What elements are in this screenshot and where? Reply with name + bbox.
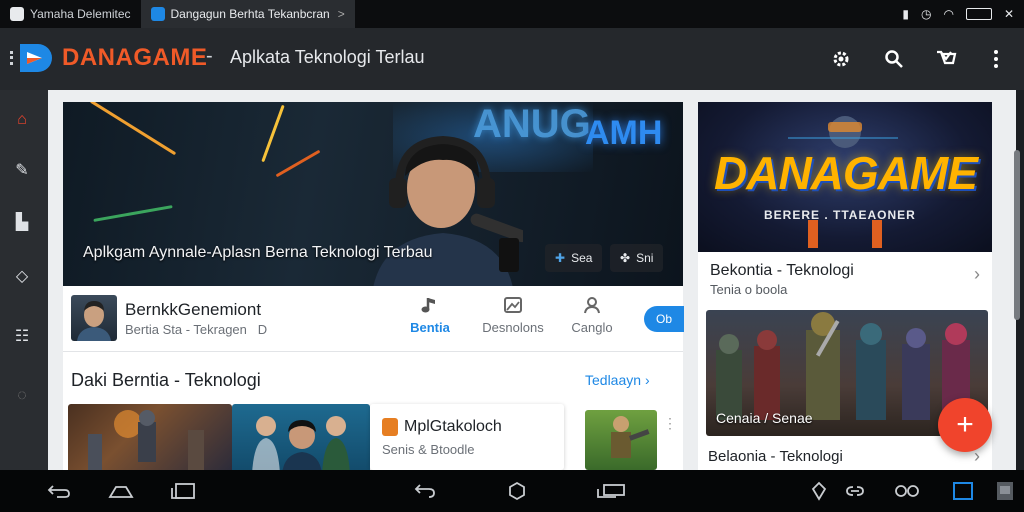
tag-icon[interactable]: ◇ (10, 264, 34, 288)
overflow-menu-icon[interactable] (984, 47, 1008, 71)
edit-icon[interactable]: ✎ (10, 158, 34, 182)
light-streak (93, 205, 173, 222)
chevron-right-icon[interactable]: › (974, 264, 980, 285)
browser-tab-bar: Yamaha Delemitec Dangagun Berhta Tekanbc… (0, 0, 1024, 28)
settings-gear-icon[interactable] (829, 47, 853, 71)
search-icon[interactable] (882, 47, 906, 71)
app-badge-icon (382, 418, 398, 436)
button-label: Sni (636, 251, 654, 265)
cart-icon[interactable] (934, 47, 958, 71)
close-icon[interactable]: ✕ (1004, 7, 1014, 21)
subscribe-pill-button[interactable]: Ob (644, 306, 684, 332)
hero-title: Aplkgam Aynnale-Aplasn Berna Teknologi T… (83, 244, 433, 261)
danagame-logo-icon (20, 44, 52, 72)
scrollbar[interactable] (1014, 150, 1020, 320)
link-icon[interactable] (842, 480, 868, 502)
title-separator: - (206, 45, 213, 67)
side-rail: ⌂ ✎ ▙ ◇ ☷ ◌ (0, 90, 48, 470)
button-label: Sea (571, 251, 593, 265)
rotate-back-icon[interactable] (412, 480, 438, 502)
battle-caption: Cenaia / Senae (716, 410, 813, 426)
news-card[interactable]: MplGtakoloch Senis & Btoodle (370, 404, 564, 470)
music-note-icon (421, 298, 435, 313)
recents-icon[interactable] (594, 480, 628, 502)
channel-subtitle: Bertia Sta - Tekragen D (125, 322, 267, 337)
back-icon[interactable] (46, 480, 72, 502)
channel-subtitle-text: Bertia Sta - Tekragen (125, 322, 247, 337)
tab-chevron-icon[interactable]: > (338, 7, 345, 21)
tab-yamaha[interactable]: Yamaha Delemitec (0, 0, 141, 28)
shield-icon[interactable] (806, 480, 832, 502)
loading-icon[interactable]: ◌ (10, 384, 34, 408)
tab-label: Canglo (571, 320, 613, 335)
app-tab-icon (10, 7, 24, 21)
tab-dangagun[interactable]: Dangagun Berhta Tekanbcran > (140, 0, 355, 28)
link-label: Tedlaayn (585, 372, 642, 388)
more-options-icon[interactable]: ⋮ (663, 416, 677, 430)
tab-label: Bentia (410, 320, 450, 335)
hero-save-button[interactable]: ✤ Sni (610, 244, 664, 272)
tab-desnolons[interactable]: Desnolons (473, 296, 553, 335)
book-icon[interactable]: ▙ (10, 210, 34, 234)
window-icon[interactable] (950, 480, 976, 502)
system-status: ▮ ◷ ◠ ✕ (902, 0, 1014, 28)
section-see-all-link[interactable]: Tedlaayn › (585, 372, 650, 388)
image-icon (504, 297, 522, 313)
plus-icon: + (956, 408, 974, 441)
news-thumbnail[interactable] (232, 404, 370, 474)
card-title: MplGtakoloch (404, 418, 502, 435)
plus-icon: ✚ (555, 251, 566, 265)
promo-title: DANAGAME (714, 147, 978, 199)
neon-sign-text: AMH (585, 114, 663, 152)
home-icon[interactable] (108, 480, 134, 502)
light-streak (275, 149, 321, 178)
streamer-photo (373, 135, 523, 286)
section-title: Daki Berntia - Teknologi (71, 370, 261, 390)
light-streak (89, 102, 177, 156)
brand-name: DANAGAME (62, 44, 208, 71)
news-thumbnail[interactable] (585, 410, 657, 470)
person-icon (584, 297, 600, 314)
news-thumbnail[interactable] (68, 404, 232, 474)
add-fab-button[interactable]: + (938, 398, 992, 452)
home-hexagon-icon[interactable] (504, 480, 530, 502)
app-header: DANAGAME - Aplkata Teknologi Terlau (0, 28, 1024, 90)
app-subtitle: Aplkata Teknologi Terlau (230, 47, 425, 67)
system-nav-bar (0, 470, 1024, 512)
side-row-title[interactable]: Bekontia - Teknologi (710, 262, 854, 280)
app-screen: Yamaha Delemitec Dangagun Berhta Tekanbc… (0, 0, 1024, 512)
battery-icon (965, 8, 992, 20)
channel-name[interactable]: BernkkGenemiont (125, 300, 261, 320)
tab-label: Dangagun Berhta Tekanbcran (170, 7, 330, 21)
danagame-promo-banner[interactable]: DANAGAME BERERE . TTAEAONER (698, 102, 992, 252)
gamepad-icon[interactable] (894, 480, 920, 502)
recents-icon[interactable] (170, 480, 196, 502)
puzzle-icon: ✤ (620, 251, 631, 265)
promo-subtitle: BERERE . TTAEAONER (764, 208, 916, 222)
home-icon[interactable]: ⌂ (10, 108, 34, 132)
channel-bar: BernkkGenemiont Bertia Sta - Tekragen D … (63, 286, 683, 352)
chevron-right-icon: › (644, 372, 650, 388)
wifi-icon: ◠ (943, 7, 954, 21)
card-subtitle: Senis & Btoodle (382, 442, 475, 457)
channel-subtitle-suffix: D (257, 322, 268, 337)
alarm-icon: ◷ (920, 7, 932, 21)
notification-icon: ▮ (902, 7, 909, 21)
side-bottom-title[interactable]: Belaonia - Teknologi (708, 448, 843, 465)
avatar[interactable] (71, 295, 117, 341)
tab-label: Desnolons (482, 320, 544, 335)
light-streak (261, 104, 285, 163)
app-tab-icon (150, 7, 165, 21)
tab-bentia[interactable]: Bentia (390, 296, 470, 335)
gallery-icon[interactable] (992, 480, 1018, 502)
layout-icon[interactable]: ☷ (10, 324, 34, 348)
hero-share-button[interactable]: ✚ Sea (545, 244, 603, 272)
tab-canglo[interactable]: Canglo (552, 296, 632, 335)
tab-label: Yamaha Delemitec (30, 7, 131, 21)
side-row-subtitle: Tenia o boola (710, 282, 788, 297)
